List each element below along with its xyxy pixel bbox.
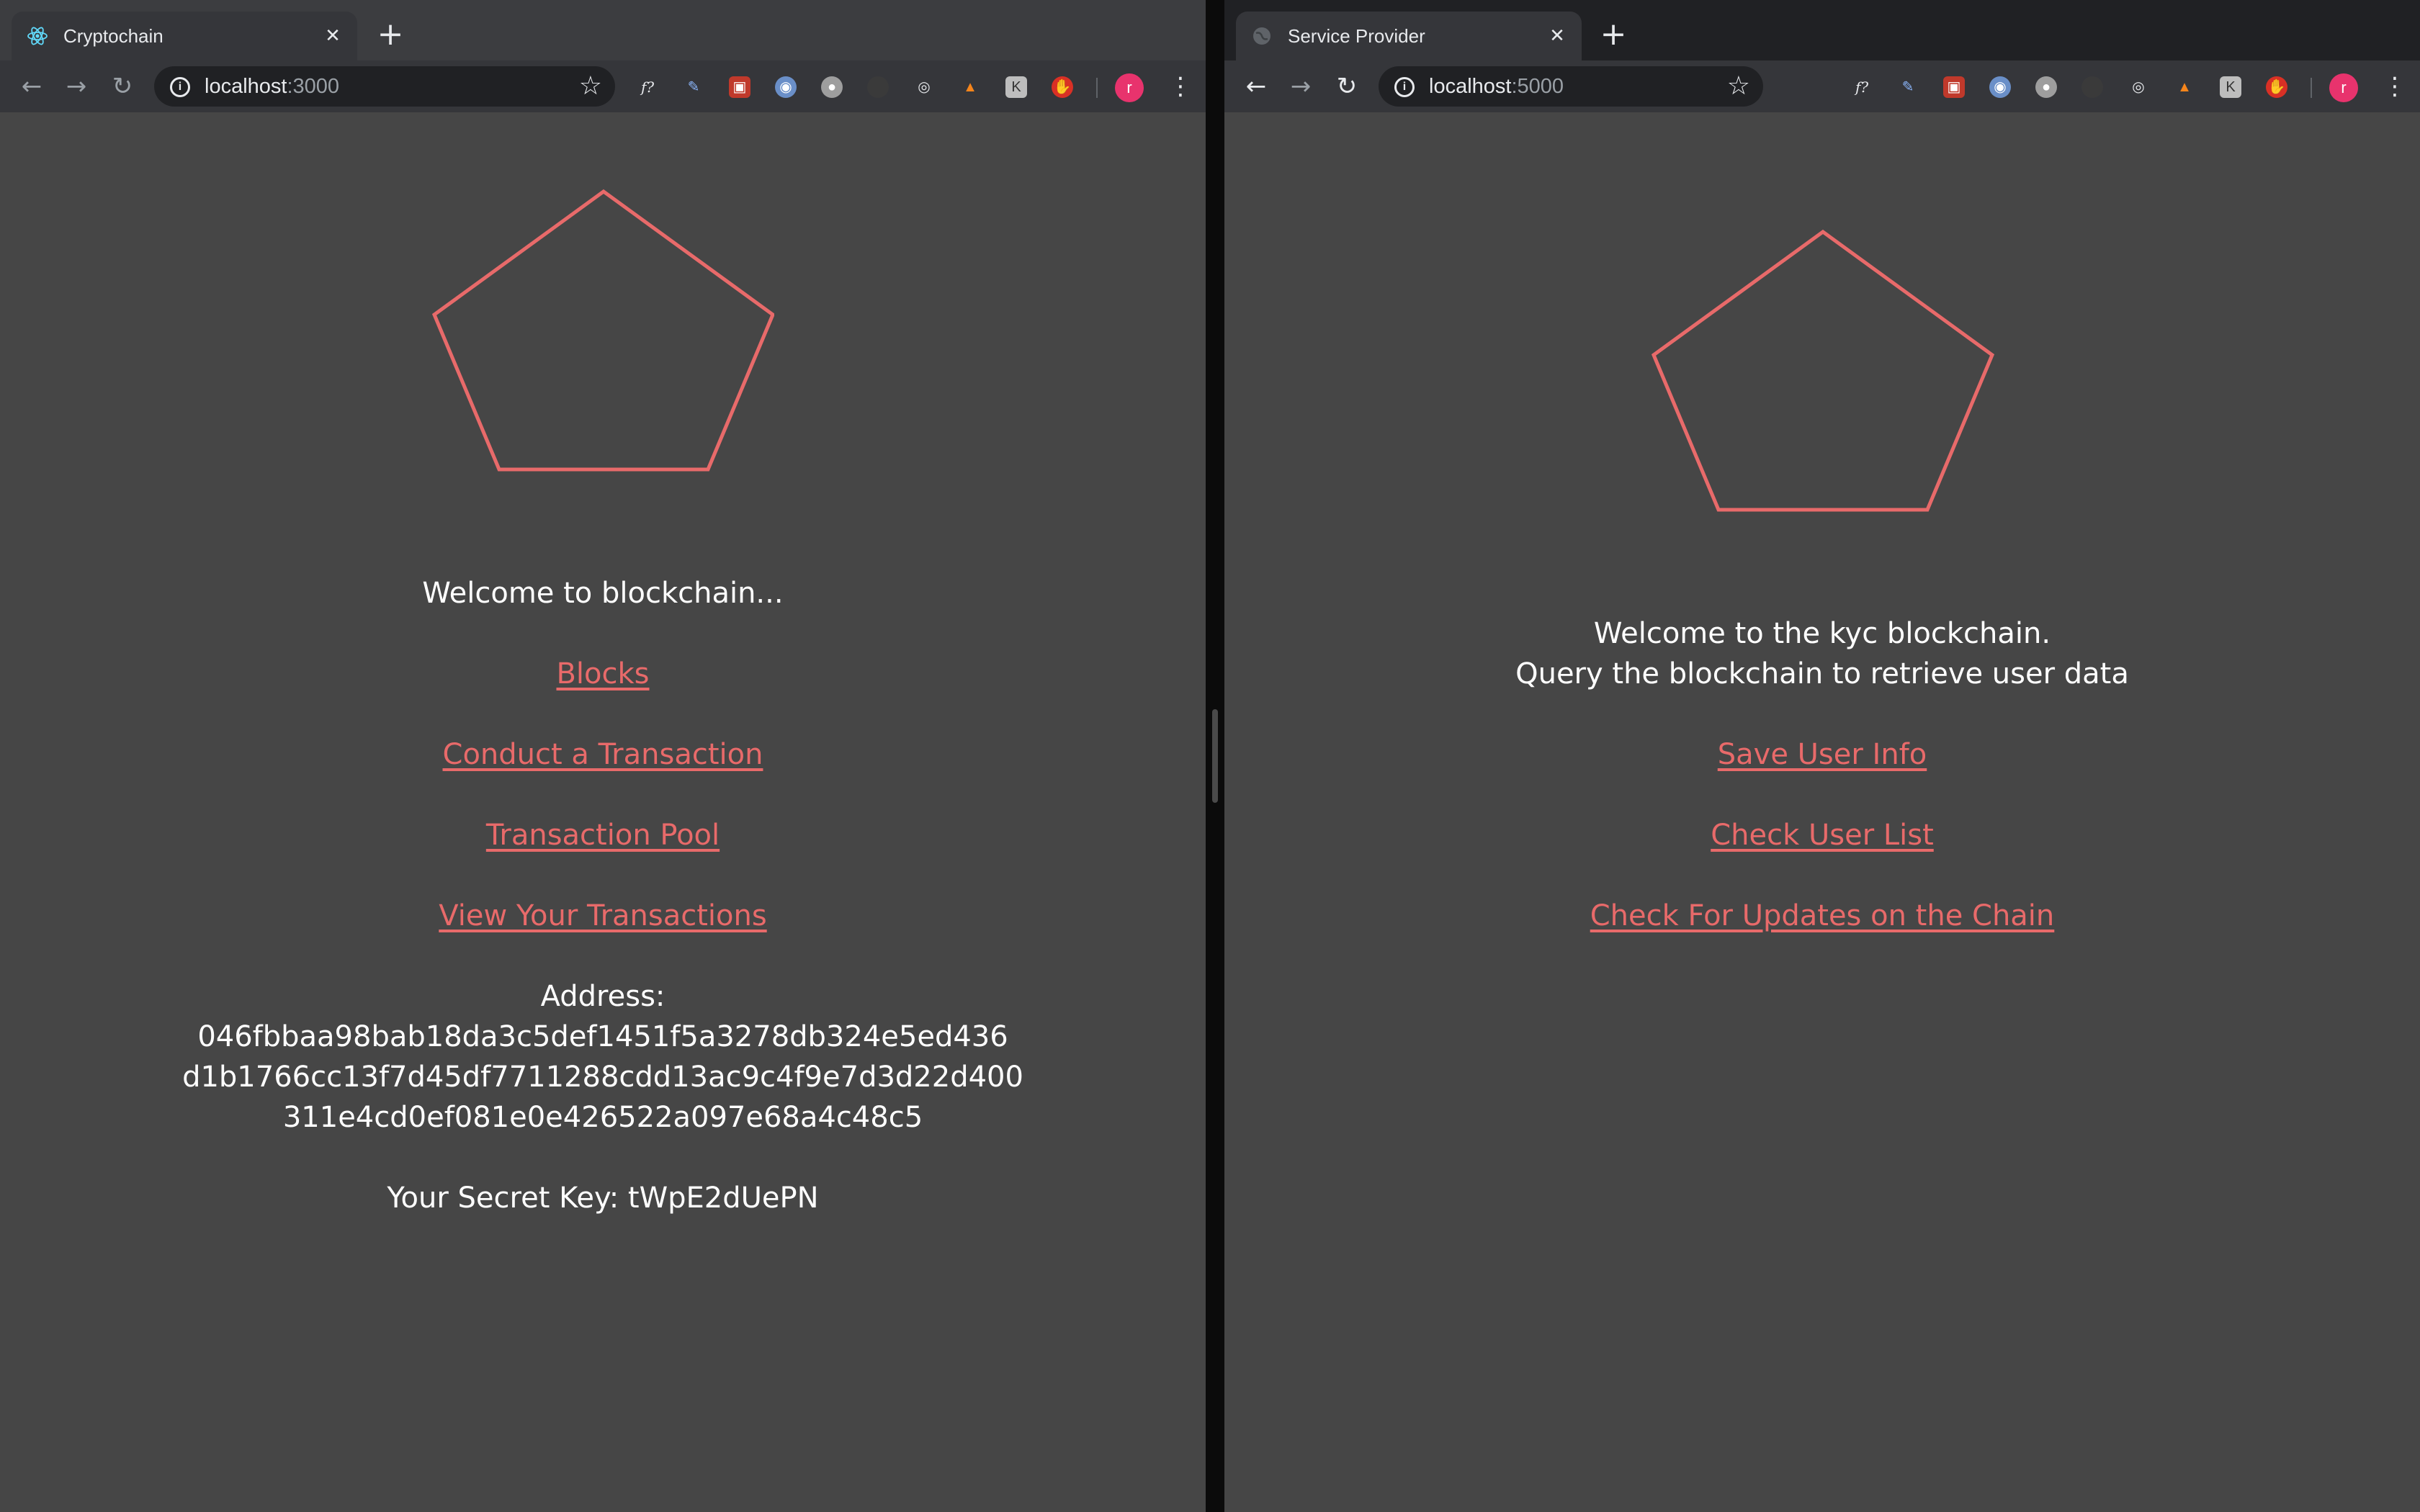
metamask-icon[interactable]: ▲ — [959, 76, 981, 98]
link-blocks[interactable]: Blocks — [556, 657, 649, 690]
close-icon[interactable]: ✕ — [321, 24, 344, 48]
gray-circle-icon[interactable]: ● — [2035, 76, 2057, 98]
blue-circle-icon[interactable]: ◉ — [775, 76, 797, 98]
blue-circle-icon[interactable]: ◉ — [1989, 76, 2011, 98]
target-icon[interactable]: ◎ — [913, 76, 935, 98]
stop-hand-icon[interactable]: ✋ — [1052, 76, 1073, 98]
target-icon[interactable]: ◎ — [2128, 76, 2149, 98]
tab-cryptochain[interactable]: Cryptochain ✕ — [12, 12, 357, 60]
secret-key-text: Your Secret Key: tWpE2dUePN — [387, 1182, 819, 1215]
close-icon[interactable]: ✕ — [1546, 24, 1569, 48]
toolbar-separator — [2311, 78, 2312, 98]
pentagon-logo — [1651, 229, 1995, 512]
stop-hand-icon[interactable]: ✋ — [2266, 76, 2287, 98]
address-line: d1b1766cc13f7d45df7711288cdd13ac9c4f9e7d… — [182, 1061, 1023, 1094]
link-check-user-list[interactable]: Check User List — [1711, 819, 1934, 852]
toolbar: ← → ↻ i localhost:5000 ☆ f? ✎ ▣ ◉ ● ◎ ▲ K ✋ r ⋮ — [1224, 60, 2420, 112]
tab-title: Service Provider — [1288, 25, 1425, 47]
link-transaction-pool[interactable]: Transaction Pool — [486, 819, 720, 852]
forward-icon[interactable]: → — [1286, 72, 1315, 101]
bookmark-star-icon[interactable]: ☆ — [1727, 71, 1750, 102]
dark-icon[interactable] — [2081, 76, 2103, 98]
link-view-transactions[interactable]: View Your Transactions — [439, 899, 766, 932]
address-bar[interactable]: i localhost:5000 ☆ — [1379, 66, 1763, 107]
address-label: Address: — [540, 980, 666, 1013]
pen-icon[interactable]: ✎ — [1897, 76, 1919, 98]
avatar[interactable]: r — [2329, 73, 2358, 102]
link-save-user-info[interactable]: Save User Info — [1718, 738, 1927, 771]
scrollbar-handle[interactable] — [1212, 709, 1218, 803]
subtitle-text: Query the blockchain to retrieve user da… — [1515, 657, 2129, 690]
k-icon[interactable]: K — [1005, 76, 1027, 98]
pen-icon[interactable]: ✎ — [683, 76, 704, 98]
metamask-icon[interactable]: ▲ — [2174, 76, 2195, 98]
tab-strip: Cryptochain ✕ + — [0, 0, 1206, 60]
new-tab-button[interactable]: + — [1597, 19, 1629, 52]
function-icon[interactable]: f? — [637, 76, 658, 98]
url-text: localhost:5000 — [1429, 75, 1564, 98]
react-icon — [27, 27, 48, 45]
url-text: localhost:3000 — [205, 75, 340, 98]
tab-strip: Service Provider ✕ + — [1224, 0, 2420, 60]
link-conduct-transaction[interactable]: Conduct a Transaction — [443, 738, 763, 771]
avatar[interactable]: r — [1115, 73, 1144, 102]
dark-icon[interactable] — [867, 76, 889, 98]
toolbar: ← → ↻ i localhost:3000 ☆ f? ✎ ▣ ◉ ● ◎ ▲ … — [0, 60, 1206, 112]
function-icon[interactable]: f? — [1851, 76, 1873, 98]
page-content: Welcome to blockchain... Blocks Conduct … — [0, 112, 1206, 1512]
link-check-updates[interactable]: Check For Updates on the Chain — [1590, 899, 2055, 932]
info-icon[interactable]: i — [170, 77, 190, 97]
browser-window-left: Cryptochain ✕ + ← → ↻ i localhost:3000 ☆… — [0, 0, 1206, 1512]
gray-circle-icon[interactable]: ● — [821, 76, 843, 98]
menu-dots-icon[interactable]: ⋮ — [2383, 72, 2407, 101]
tab-title: Cryptochain — [63, 25, 163, 47]
bookmark-star-icon[interactable]: ☆ — [579, 71, 602, 102]
address-line: 311e4cd0ef081e0e426522a097e68a4c48c5 — [282, 1101, 923, 1134]
info-icon[interactable]: i — [1394, 77, 1415, 97]
page-content: Welcome to the kyc blockchain. Query the… — [1224, 112, 2420, 1512]
forward-icon[interactable]: → — [62, 72, 91, 101]
address-bar[interactable]: i localhost:3000 ☆ — [154, 66, 615, 107]
back-icon[interactable]: ← — [1242, 72, 1270, 101]
back-icon[interactable]: ← — [17, 72, 46, 101]
k-icon[interactable]: K — [2220, 76, 2241, 98]
new-tab-button[interactable]: + — [375, 19, 406, 52]
globe-icon — [1253, 27, 1270, 45]
address-line: 046fbbaa98bab18da3c5def1451f5a3278db324e… — [197, 1020, 1008, 1053]
browser-window-right: Service Provider ✕ + ← → ↻ i localhost:5… — [1224, 0, 2420, 1512]
reload-icon[interactable]: ↻ — [108, 72, 137, 101]
menu-dots-icon[interactable]: ⋮ — [1168, 72, 1193, 101]
red-square-icon[interactable]: ▣ — [1943, 76, 1965, 98]
red-square-icon[interactable]: ▣ — [729, 76, 750, 98]
toolbar-separator — [1096, 78, 1098, 98]
reload-icon[interactable]: ↻ — [1332, 72, 1361, 101]
tab-service-provider[interactable]: Service Provider ✕ — [1236, 12, 1582, 60]
welcome-text: Welcome to blockchain... — [422, 577, 784, 610]
pentagon-logo — [431, 189, 774, 472]
welcome-text: Welcome to the kyc blockchain. — [1593, 617, 2051, 650]
